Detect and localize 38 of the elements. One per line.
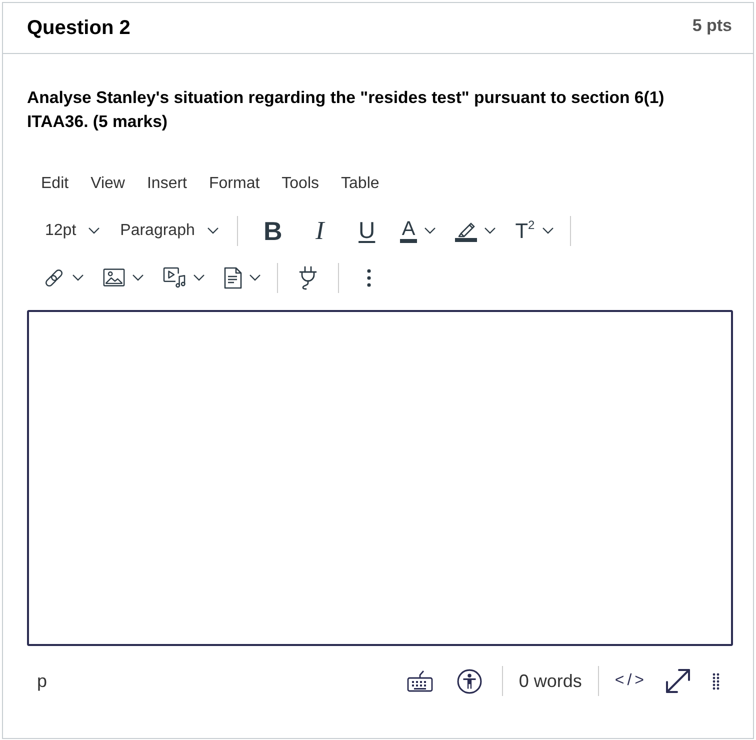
caret-icon: [88, 227, 100, 234]
caret-icon: [132, 274, 144, 281]
more-icon: [367, 268, 371, 286]
superscript-button[interactable]: T$^{2}$: [509, 216, 560, 246]
menu-item[interactable]: Tools: [274, 170, 326, 196]
dropdown-button[interactable]: 12pt: [37, 216, 108, 246]
italic-button[interactable]: I: [300, 216, 340, 246]
bold-button[interactable]: B: [252, 216, 293, 246]
caret-icon: [542, 227, 554, 234]
question-prompt: Analyse Stanley's situation regarding the "resides test" pursuant to section 6(1) ITAA36. (5 marks): [27, 87, 666, 133]
dropdown-button[interactable]: Paragraph: [112, 216, 227, 246]
caret-icon: [206, 227, 219, 234]
caret-icon: [193, 274, 205, 281]
word-count[interactable]: 0 words: [508, 665, 592, 697]
fullscreen-icon: [665, 668, 691, 694]
menu-item[interactable]: Edit: [34, 170, 76, 196]
element-path[interactable]: p: [37, 670, 48, 692]
resize-handle-icon[interactable]: [712, 672, 720, 690]
underline-button[interactable]: U: [346, 216, 387, 246]
text-color-button[interactable]: A: [394, 216, 442, 246]
menu-item[interactable]: Insert: [140, 170, 194, 196]
caret-icon: [249, 274, 261, 281]
plug-icon: [298, 266, 318, 290]
keyboard-icon: [406, 670, 433, 692]
caret-icon: [72, 274, 84, 281]
media-icon: [163, 267, 186, 288]
question-title: Question 2: [27, 16, 130, 40]
points-label: 5 pts: [692, 16, 732, 36]
caret-icon: [424, 227, 436, 234]
accessibility-icon: [456, 668, 482, 694]
source-code-button[interactable]: </>: [604, 665, 657, 697]
link-icon: [43, 266, 65, 288]
menu-item[interactable]: Format: [202, 170, 267, 196]
menu-item[interactable]: View: [84, 170, 132, 196]
menu-item[interactable]: Table: [334, 170, 386, 196]
caret-icon: [484, 227, 496, 234]
document-icon: [224, 266, 242, 288]
image-icon: [103, 268, 125, 287]
